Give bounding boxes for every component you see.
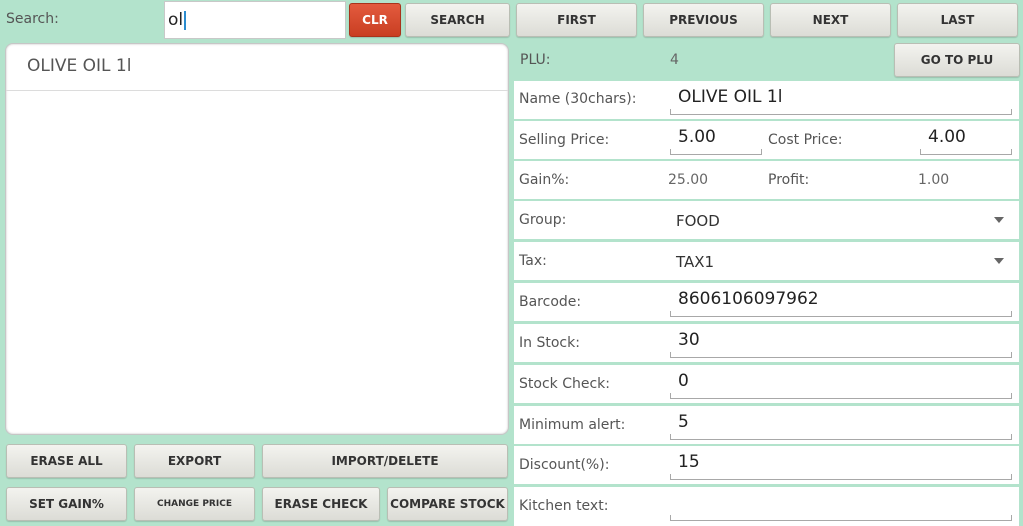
discount-field[interactable]: 15 <box>670 452 1012 480</box>
price-row: Selling Price: 5.00 Cost Price: 4.00 <box>514 121 1019 159</box>
discount-row: Discount(%): 15 <box>514 446 1019 484</box>
first-button[interactable]: FIRST <box>516 3 637 37</box>
tax-select-value: TAX1 <box>676 253 715 271</box>
cost-price-field[interactable]: 4.00 <box>920 127 1012 155</box>
profit-value: 1.00 <box>918 172 950 188</box>
last-button[interactable]: LAST <box>897 3 1018 37</box>
tax-select[interactable]: TAX1 <box>666 244 1014 278</box>
selling-price-field[interactable]: 5.00 <box>670 127 762 155</box>
tax-label: Tax: <box>519 253 547 269</box>
in-stock-field[interactable]: 30 <box>670 330 1012 358</box>
go-to-plu-button[interactable]: GO TO PLU <box>894 43 1020 77</box>
min-alert-field[interactable]: 5 <box>670 412 1012 440</box>
name-label: Name (30chars): <box>519 91 637 107</box>
kitchen-text-field[interactable] <box>670 493 1012 521</box>
item-list[interactable]: OLIVE OIL 1l <box>5 43 509 435</box>
next-button[interactable]: NEXT <box>770 3 891 37</box>
search-button[interactable]: SEARCH <box>405 3 510 37</box>
dropdown-arrow-icon <box>994 258 1004 264</box>
list-item[interactable]: OLIVE OIL 1l <box>6 44 508 91</box>
stock-check-field[interactable]: 0 <box>670 371 1012 399</box>
erase-all-button[interactable]: ERASE ALL <box>6 444 127 478</box>
barcode-label: Barcode: <box>519 294 582 310</box>
import-delete-button[interactable]: IMPORT/DELETE <box>262 444 508 478</box>
compare-stock-button[interactable]: COMPARE STOCK <box>387 487 508 521</box>
search-input[interactable]: ol <box>164 1 346 39</box>
gain-row: Gain%: 25.00 Profit: 1.00 <box>514 161 1019 199</box>
min-alert-label: Minimum alert: <box>519 417 626 433</box>
plu-value: 4 <box>670 52 679 68</box>
in-stock-row: In Stock: 30 <box>514 324 1019 362</box>
plu-label: PLU: <box>520 52 551 68</box>
set-gain-button[interactable]: SET GAIN% <box>6 487 127 521</box>
clear-button[interactable]: CLR <box>349 3 401 37</box>
stock-check-label: Stock Check: <box>519 376 610 392</box>
barcode-field[interactable]: 8606106097962 <box>670 289 1012 317</box>
group-select-value: FOOD <box>676 212 720 230</box>
profit-label: Profit: <box>768 172 810 188</box>
kitchen-text-label: Kitchen text: <box>519 498 609 514</box>
min-alert-row: Minimum alert: 5 <box>514 406 1019 444</box>
stock-check-row: Stock Check: 0 <box>514 365 1019 403</box>
tax-row: Tax: TAX1 <box>514 242 1019 280</box>
dropdown-arrow-icon <box>994 217 1004 223</box>
group-row: Group: FOOD <box>514 201 1019 239</box>
in-stock-label: In Stock: <box>519 335 580 351</box>
group-select[interactable]: FOOD <box>666 203 1014 237</box>
barcode-row: Barcode: 8606106097962 <box>514 283 1019 321</box>
change-price-button[interactable]: CHANGE PRICE <box>134 487 255 521</box>
export-button[interactable]: EXPORT <box>134 444 255 478</box>
name-field[interactable]: OLIVE OIL 1l <box>670 87 1012 115</box>
erase-check-button[interactable]: ERASE CHECK <box>262 487 380 521</box>
search-input-value: ol <box>168 10 184 30</box>
name-row: Name (30chars): OLIVE OIL 1l <box>514 81 1019 119</box>
gain-label: Gain%: <box>519 172 570 188</box>
kitchen-row: Kitchen text: <box>514 487 1019 526</box>
gain-value: 25.00 <box>668 172 709 188</box>
discount-label: Discount(%): <box>519 457 610 473</box>
group-label: Group: <box>519 212 567 228</box>
cost-price-label: Cost Price: <box>768 132 843 148</box>
search-label: Search: <box>6 11 59 27</box>
previous-button[interactable]: PREVIOUS <box>643 3 764 37</box>
text-caret <box>184 10 187 30</box>
selling-price-label: Selling Price: <box>519 132 610 148</box>
